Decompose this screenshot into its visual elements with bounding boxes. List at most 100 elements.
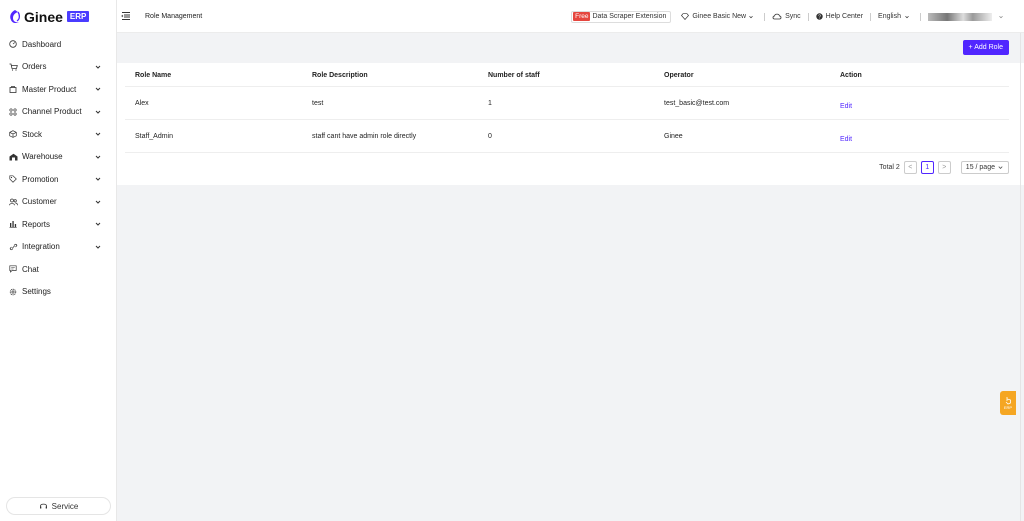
help-center-link[interactable]: ? Help Center bbox=[815, 13, 864, 20]
role-management-panel: + Add Role Role Name Role Description Nu… bbox=[117, 33, 1024, 185]
sidebar-item-master-product[interactable]: Master Product bbox=[0, 78, 116, 101]
headset-icon bbox=[39, 503, 47, 509]
help-icon: ? bbox=[815, 13, 823, 20]
chevron-down-icon bbox=[95, 155, 101, 159]
language-label: English bbox=[878, 13, 901, 20]
sidebar-item-label: Reports bbox=[22, 219, 51, 229]
role-description: test bbox=[312, 99, 324, 107]
link-icon bbox=[7, 243, 19, 251]
users-icon bbox=[7, 198, 19, 206]
warehouse-icon bbox=[7, 153, 19, 161]
chevron-down-icon bbox=[95, 177, 101, 181]
divider bbox=[920, 12, 921, 21]
sidebar-item-label: Chat bbox=[22, 264, 39, 274]
chevron-down-icon bbox=[95, 245, 101, 249]
chevron-down-icon bbox=[95, 132, 101, 136]
divider bbox=[807, 12, 809, 21]
next-page-button[interactable]: > bbox=[937, 161, 951, 174]
sidebar-item-orders[interactable]: Orders bbox=[0, 56, 116, 79]
brand-logo[interactable]: Ginee ERP bbox=[0, 0, 116, 33]
sidebar-item-reports[interactable]: Reports bbox=[0, 213, 116, 236]
divider bbox=[764, 12, 766, 21]
chevron-down-icon bbox=[95, 87, 101, 91]
chevron-down-icon bbox=[95, 110, 101, 114]
floating-erp-widget[interactable]: ERP bbox=[1000, 391, 1016, 415]
grid-icon bbox=[7, 108, 19, 116]
sidebar-item-label: Orders bbox=[22, 62, 47, 72]
total-count: Total 2 bbox=[879, 164, 900, 171]
diamond-icon bbox=[681, 13, 690, 20]
sidebar-item-label: Master Product bbox=[22, 84, 77, 94]
help-label: Help Center bbox=[825, 13, 864, 20]
sidebar-item-integration[interactable]: Integration bbox=[0, 236, 116, 259]
sidebar-item-settings[interactable]: Settings bbox=[0, 281, 116, 304]
add-role-button[interactable]: + Add Role bbox=[962, 40, 1009, 55]
data-scraper-extension-button[interactable]: Free Data Scraper Extension bbox=[571, 10, 672, 23]
top-bar: Role Management Free Data Scraper Extens… bbox=[117, 0, 1024, 33]
account-name-redacted[interactable] bbox=[928, 12, 992, 21]
sidebar-item-label: Dashboard bbox=[22, 39, 62, 49]
toolbar-strip bbox=[117, 33, 1024, 63]
chevron-down-icon bbox=[95, 222, 101, 226]
dashboard-icon bbox=[7, 40, 19, 48]
scrollbar-track[interactable] bbox=[1020, 33, 1021, 521]
cart-icon bbox=[7, 63, 19, 71]
menu-collapse-icon[interactable] bbox=[121, 11, 131, 21]
sidebar-item-label: Warehouse bbox=[22, 152, 63, 162]
role-description: staff cant have admin role directly bbox=[312, 132, 417, 140]
service-label: Service bbox=[51, 501, 79, 511]
bag-icon bbox=[7, 85, 19, 94]
chevron-down-icon bbox=[749, 15, 753, 18]
staff-count: 1 bbox=[488, 99, 492, 107]
sidebar-item-customer[interactable]: Customer bbox=[0, 191, 116, 214]
table-row: Alex test 1 test_basic@test.com Edit bbox=[125, 87, 1009, 120]
brand-badge: ERP bbox=[66, 11, 90, 22]
language-dropdown[interactable]: English bbox=[878, 13, 913, 20]
sidebar-item-promotion[interactable]: Promotion bbox=[0, 168, 116, 191]
chevron-down-icon[interactable] bbox=[998, 14, 1004, 20]
sidebar-item-channel-product[interactable]: Channel Product bbox=[0, 101, 116, 124]
sidebar-item-label: Promotion bbox=[22, 174, 59, 184]
chevron-down-icon bbox=[905, 15, 909, 18]
sidebar-item-chat[interactable]: Chat bbox=[0, 258, 116, 281]
sync-button[interactable]: Sync bbox=[772, 13, 801, 20]
prev-page-button[interactable]: < bbox=[903, 161, 917, 174]
svg-text:?: ? bbox=[818, 14, 821, 20]
sidebar-item-dashboard[interactable]: Dashboard bbox=[0, 33, 116, 56]
staff-count: 0 bbox=[488, 132, 492, 140]
tag-icon bbox=[7, 175, 19, 184]
edit-role-link[interactable]: Edit bbox=[840, 103, 852, 110]
chevron-down-icon bbox=[95, 65, 101, 69]
operator: Ginee bbox=[664, 132, 683, 140]
sidebar: Ginee ERP Dashboard Orders Master Produc… bbox=[0, 0, 117, 521]
roles-table: Role Name Role Description Number of sta… bbox=[125, 64, 1009, 153]
page-size-select[interactable]: 15 / page bbox=[960, 161, 1009, 174]
chevron-down-icon bbox=[95, 200, 101, 204]
chevron-down-icon bbox=[998, 166, 1003, 169]
table-header: Role Name Role Description Number of sta… bbox=[125, 64, 1009, 87]
column-header: Number of staff bbox=[488, 71, 540, 79]
sidebar-item-label: Integration bbox=[22, 242, 60, 252]
plan-label: Ginee Basic New bbox=[692, 13, 747, 20]
sidebar-item-warehouse[interactable]: Warehouse bbox=[0, 146, 116, 169]
sidebar-nav: Dashboard Orders Master Product Channel … bbox=[0, 33, 116, 303]
pagination: Total 2 < 1 > 15 / page bbox=[879, 161, 1009, 174]
edit-role-link[interactable]: Edit bbox=[840, 136, 852, 143]
page-1-button[interactable]: 1 bbox=[920, 161, 934, 174]
role-name: Alex bbox=[135, 99, 149, 107]
plan-dropdown[interactable]: Ginee Basic New bbox=[681, 13, 757, 20]
sync-label: Sync bbox=[785, 13, 801, 20]
bar-chart-icon bbox=[7, 220, 19, 229]
top-right-actions: Free Data Scraper Extension Ginee Basic … bbox=[571, 0, 1004, 33]
brand-name: Ginee bbox=[24, 8, 63, 25]
service-button[interactable]: Service bbox=[6, 497, 111, 515]
sidebar-item-label: Settings bbox=[22, 287, 51, 297]
cloud-sync-icon bbox=[772, 13, 782, 20]
sidebar-item-label: Stock bbox=[22, 129, 43, 139]
cube-icon bbox=[7, 130, 19, 139]
table-row: Staff_Admin staff cant have admin role d… bbox=[125, 120, 1009, 153]
column-header: Action bbox=[840, 71, 862, 79]
hand-pointer-icon bbox=[1005, 397, 1011, 405]
floating-widget-label: ERP bbox=[1003, 405, 1013, 410]
sidebar-item-stock[interactable]: Stock bbox=[0, 123, 116, 146]
